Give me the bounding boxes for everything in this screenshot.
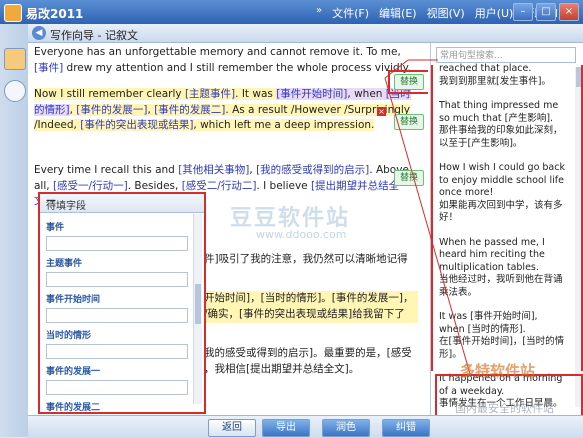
annotation-line	[384, 59, 409, 79]
watermark-url: www.ddooo.com	[256, 228, 347, 241]
watermark-brand: 多特软件站	[460, 362, 536, 380]
watermark-site: 国内最安全的软件站	[455, 402, 554, 415]
annotation-line	[384, 77, 471, 375]
app-window: 易改2011 » 文件(F) 编辑(E) 视图(V) 用户(U) 帮助(H) –…	[0, 0, 583, 438]
